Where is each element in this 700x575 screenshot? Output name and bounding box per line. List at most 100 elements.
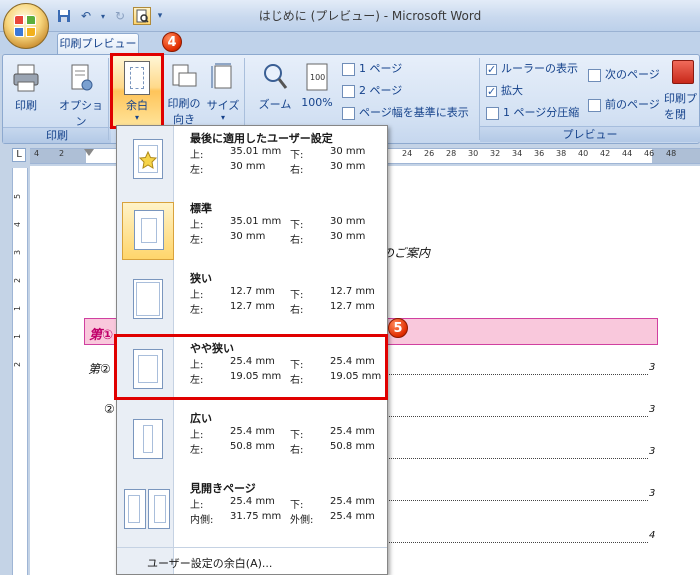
toc-leader-line — [386, 374, 648, 375]
page-width-button[interactable]: ページ幅を基準に表示 — [342, 104, 469, 122]
ruler-number: 32 — [490, 149, 501, 158]
magnifier-checkbox[interactable]: 拡大 — [486, 82, 523, 101]
margin-option-last-custom[interactable]: 最後に適用したユーザー設定 上: 35.01 mm 下: 30 mm 左: 30… — [117, 126, 387, 196]
right-value: 50.8 mm — [330, 441, 375, 452]
tab-print-preview[interactable]: 印刷プレビュー — [57, 33, 139, 55]
next-page-button[interactable]: 次のページ — [588, 66, 660, 84]
one-page-button[interactable]: 1 ページ — [342, 60, 402, 78]
one-page-icon — [342, 62, 355, 76]
two-pages-button[interactable]: 2 ページ — [342, 82, 402, 100]
prev-page-label: 前のページ — [605, 98, 660, 111]
close-preview-label-1: 印刷プ — [664, 92, 697, 105]
orientation-button[interactable]: 印刷の 向き — [163, 63, 205, 127]
indent-marker-icon[interactable] — [84, 149, 94, 156]
next-page-label: 次のページ — [605, 68, 660, 81]
margin-option-normal[interactable]: 標準 上: 35.01 mm 下: 30 mm 左: 30 mm 右: 30 m… — [117, 196, 387, 266]
ruler-number: 3 — [13, 249, 23, 256]
prev-page-button[interactable]: 前のページ — [588, 96, 660, 114]
magnifier-icon — [261, 62, 289, 92]
doc-line-3-text: ② — [104, 402, 115, 416]
ruler-number: 24 — [402, 149, 413, 158]
toc-leader-line — [386, 416, 648, 417]
top-value: 25.4 mm — [230, 496, 275, 507]
office-button[interactable] — [3, 3, 49, 49]
doc-line-2-text: 第② — [88, 362, 111, 376]
print-button[interactable]: 印刷 — [9, 63, 43, 113]
save-icon[interactable] — [55, 7, 73, 25]
top-label: 上: — [190, 430, 204, 441]
office-logo-icon — [14, 15, 38, 39]
shrink-one-page-button[interactable]: 1 ページ分圧縮 — [486, 104, 579, 122]
preview-group-label: プレビュー — [480, 126, 700, 142]
ruler-number: 34 — [512, 149, 523, 158]
margin-preview-icon — [133, 139, 163, 179]
top-value: 25.4 mm — [230, 426, 275, 437]
right-label: 右: — [290, 165, 304, 176]
close-preview-label-2: を閉 — [664, 108, 686, 121]
bottom-label: 下: — [290, 220, 304, 231]
bottom-value: 30 mm — [330, 146, 366, 157]
outside-value: 25.4 mm — [330, 511, 375, 522]
zoom-100-label: 100% — [301, 96, 333, 109]
close-preview-button[interactable]: 印刷プ を閉 — [664, 60, 700, 121]
ruler-number: 5 — [13, 193, 23, 200]
step-4-badge: 4 — [162, 32, 182, 52]
options-label: オプション — [59, 99, 103, 128]
ruler-number: 36 — [534, 149, 545, 158]
margin-option-wide[interactable]: 広い 上: 25.4 mm 下: 25.4 mm 左: 50.8 mm 右: 5… — [117, 406, 387, 476]
customize-qat-icon[interactable]: ▾ — [155, 7, 165, 25]
inside-value: 31.75 mm — [230, 511, 282, 522]
highlight-margins — [110, 53, 164, 129]
margin-option-narrow[interactable]: 狭い 上: 12.7 mm 下: 12.7 mm 左: 12.7 mm 右: 1… — [117, 266, 387, 336]
ruler-number: 46 — [644, 149, 655, 158]
tab-selector[interactable]: L — [12, 148, 26, 162]
ruler-number: 4 — [34, 149, 40, 158]
toc-page-number: 3 — [649, 488, 656, 499]
custom-margins-item[interactable]: ユーザー設定の余白(A)... — [117, 547, 387, 574]
option-name: 標準 — [190, 202, 212, 215]
toc-page-number: 3 — [649, 362, 656, 373]
zoom-label: ズーム — [258, 98, 292, 111]
right-label: 右: — [290, 305, 304, 316]
toc-leader-line — [386, 500, 648, 501]
vertical-ruler[interactable]: 5 4 3 2 1 1 2 — [12, 168, 28, 575]
zoom-button[interactable]: ズーム — [255, 62, 295, 112]
zoom-100-button[interactable]: 100 100% — [300, 62, 334, 109]
outside-label: 外側: — [290, 515, 314, 526]
margin-option-mirrored[interactable]: 見開きページ 上: 25.4 mm 下: 25.4 mm 内側: 31.75 m… — [117, 476, 387, 546]
margin-preview-icon — [133, 279, 163, 319]
option-name: 広い — [190, 412, 212, 425]
margin-preview-icon — [148, 489, 170, 529]
top-label: 上: — [190, 220, 204, 231]
margin-preview-icon — [133, 419, 163, 459]
doc-text-fragment: のご案内 — [382, 246, 431, 260]
option-name: 見開きページ — [190, 482, 256, 495]
undo-dropdown-icon[interactable]: ▾ — [99, 7, 107, 25]
top-value: 35.01 mm — [230, 216, 282, 227]
ruler-number: 4 — [13, 221, 23, 228]
show-ruler-checkbox[interactable]: ルーラーの表示 — [486, 60, 578, 79]
toc-leader-line — [386, 542, 648, 543]
two-pages-icon — [342, 84, 355, 98]
left-value: 12.7 mm — [230, 301, 275, 312]
ruler-number: 42 — [600, 149, 611, 158]
print-preview-icon[interactable] — [133, 7, 151, 25]
right-label: 右: — [290, 235, 304, 246]
next-page-icon — [588, 68, 601, 82]
page-width-icon — [342, 106, 355, 120]
page-width-label: ページ幅を基準に表示 — [359, 106, 469, 119]
ruler-number: 2 — [13, 361, 23, 368]
inside-label: 内側: — [190, 515, 214, 526]
page-100-icon: 100 — [303, 62, 331, 92]
shrink-icon — [486, 106, 499, 120]
undo-icon[interactable]: ↶ — [77, 7, 95, 25]
ruler-number: 2 — [13, 277, 23, 284]
left-label: 左: — [190, 445, 204, 456]
option-name: 最後に適用したユーザー設定 — [190, 132, 333, 145]
redo-icon[interactable]: ↻ — [111, 7, 129, 25]
options-button[interactable]: オプション — [55, 63, 107, 129]
left-value: 30 mm — [230, 161, 266, 172]
bottom-label: 下: — [290, 290, 304, 301]
size-button[interactable]: サイズ ▾ — [205, 63, 241, 122]
options-icon — [67, 63, 95, 93]
